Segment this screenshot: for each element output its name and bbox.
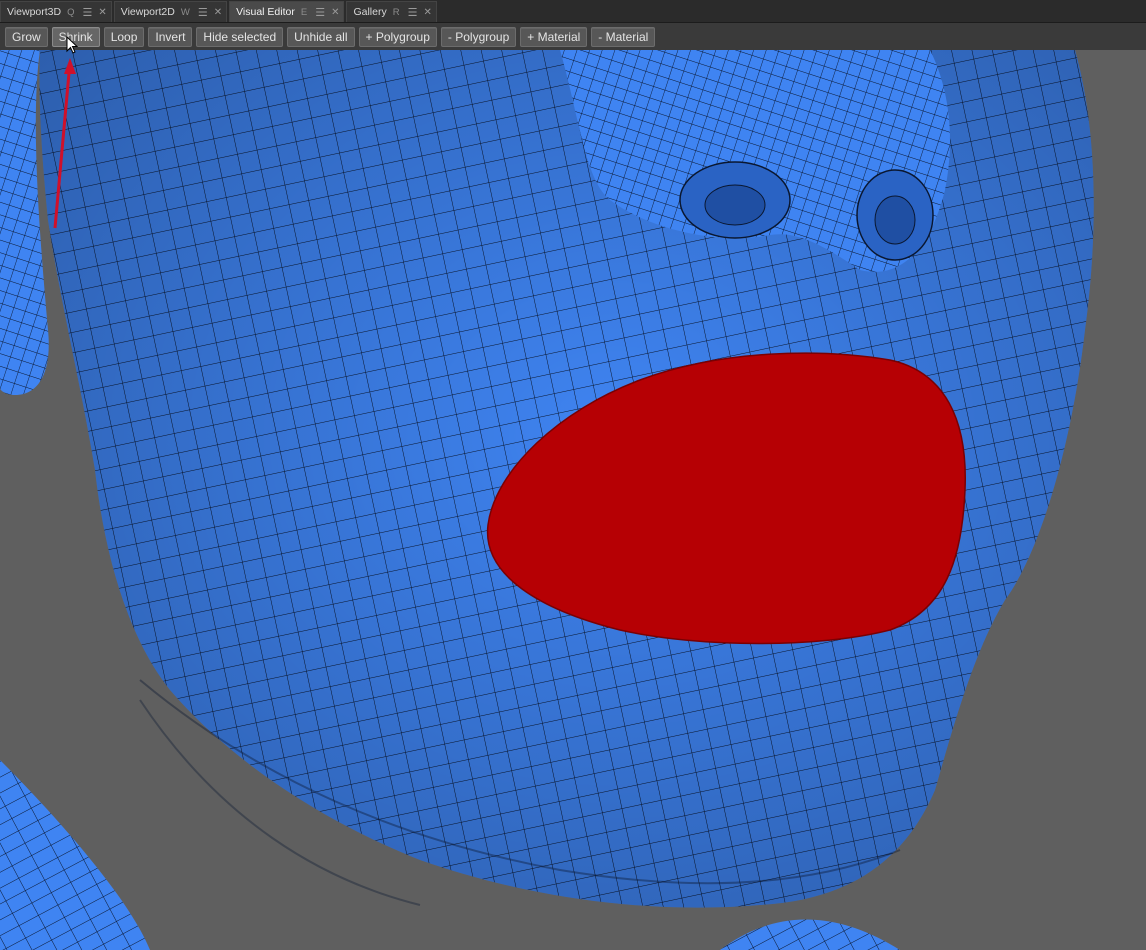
viewport-3d[interactable] [0,50,1146,950]
close-icon[interactable]: ✕ [98,7,106,18]
grow-button[interactable]: Grow [5,26,48,47]
tab-label: Viewport2D [120,6,175,18]
mesh-canvas[interactable] [0,50,1146,950]
tab-shortcut-key: Q [67,6,75,18]
add-polygroup-button[interactable]: + Polygroup [358,26,437,47]
invert-button[interactable]: Invert [148,26,193,47]
tab-viewport3d[interactable]: Viewport3D Q ☰ ✕ [0,1,112,22]
tab-viewport2d[interactable]: Viewport2D W ☰ ✕ [113,1,228,22]
hamburger-icon[interactable]: ☰ [198,6,208,19]
remove-material-button[interactable]: - Material [591,26,656,47]
unhide-all-button[interactable]: Unhide all [287,26,355,47]
tab-label: Viewport3D [7,6,62,18]
tab-label: Visual Editor [236,6,295,18]
close-icon[interactable]: ✕ [214,7,222,18]
hamburger-icon[interactable]: ☰ [408,6,418,19]
tab-gallery[interactable]: Gallery R ☰ ✕ [346,1,437,22]
tab-shortcut-key: E [300,6,308,18]
add-material-button[interactable]: + Material [520,26,588,47]
tab-visual-editor[interactable]: Visual Editor E ☰ ✕ [229,1,345,22]
mouse-pointer-icon [66,36,78,54]
close-icon[interactable]: ✕ [423,7,431,18]
hide-selected-button[interactable]: Hide selected [196,26,284,47]
tab-label: Gallery [353,6,387,18]
loop-button[interactable]: Loop [103,26,145,47]
hamburger-icon[interactable]: ☰ [82,6,92,19]
panel-tab-bar: Viewport3D Q ☰ ✕ Viewport2D W ☰ ✕ Visual… [0,0,1146,23]
tab-shortcut-key: R [392,6,400,18]
tab-shortcut-key: W [180,6,190,18]
selection-toolbar: Grow Shrink Loop Invert Hide selected Un… [0,23,1146,50]
close-icon[interactable]: ✕ [331,7,339,18]
hamburger-icon[interactable]: ☰ [315,6,325,19]
remove-polygroup-button[interactable]: - Polygroup [440,26,517,47]
